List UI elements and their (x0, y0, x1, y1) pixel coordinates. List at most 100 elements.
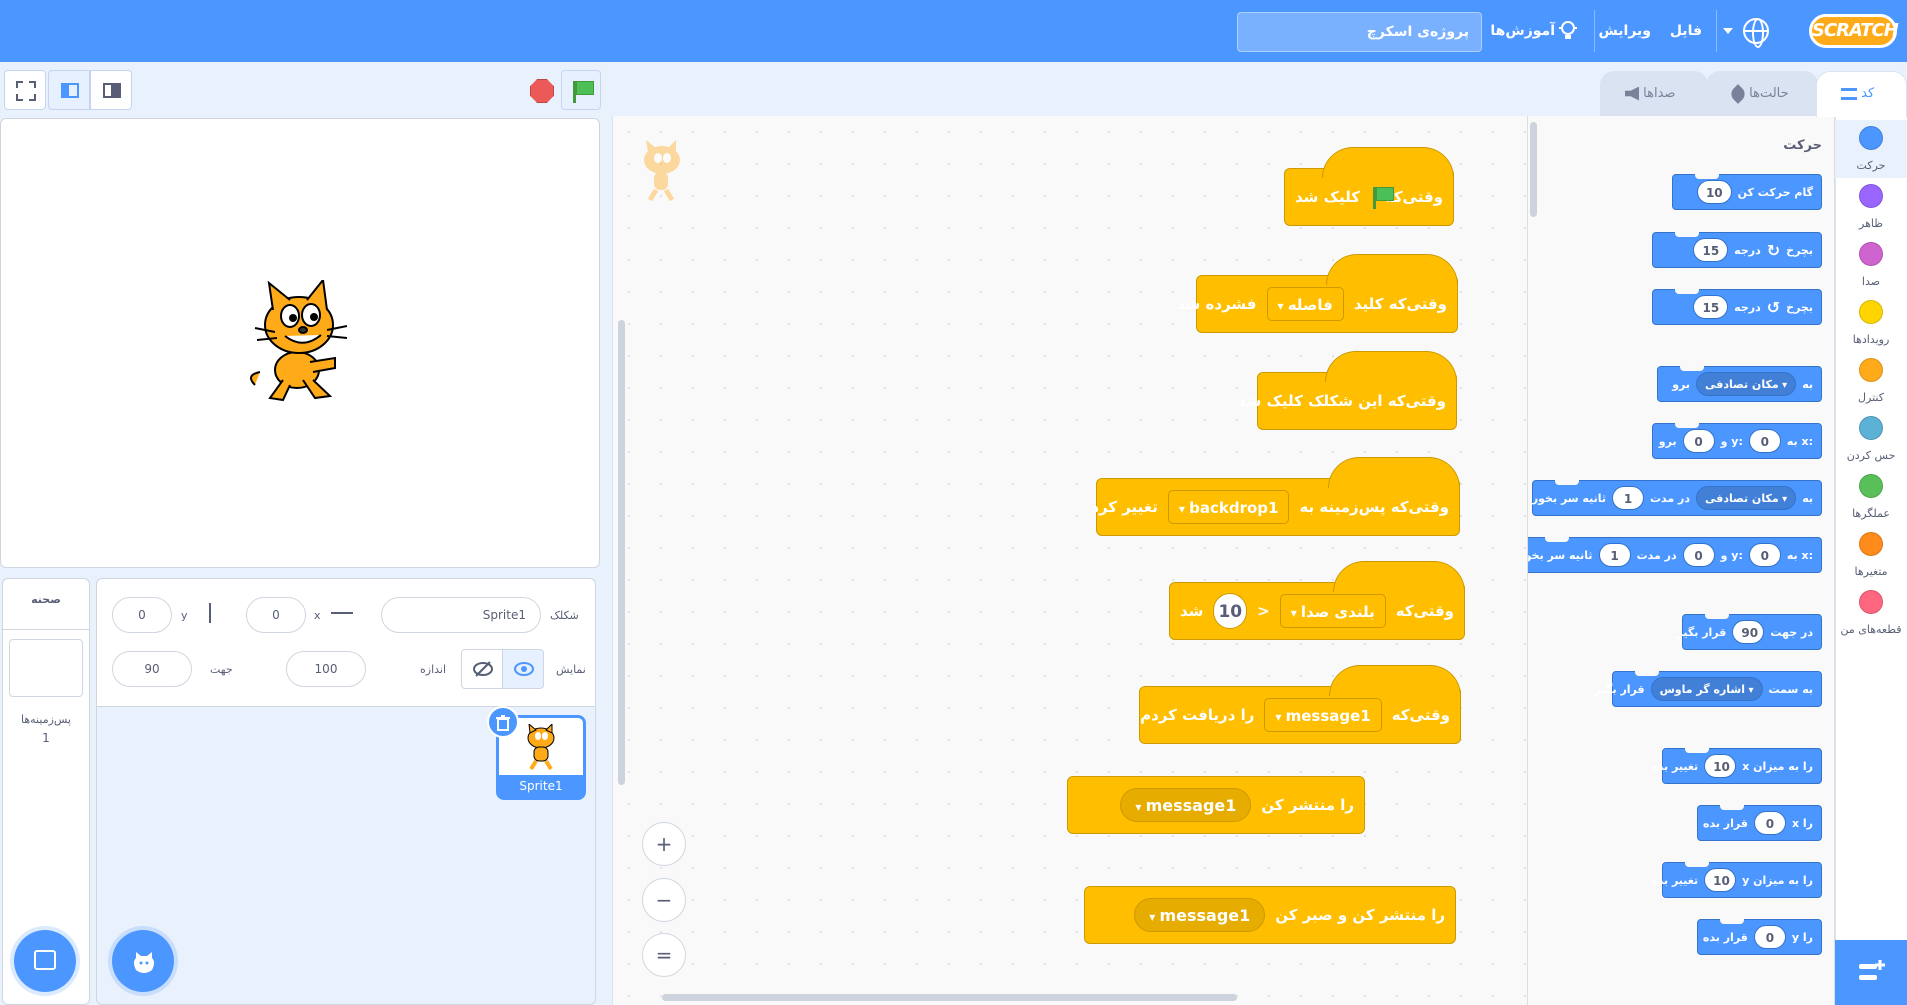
menu-divider (1716, 10, 1717, 52)
my-blocks-color-dot (1859, 590, 1883, 614)
file-menu[interactable]: فایل (1670, 18, 1702, 44)
broadcast-and-wait-block[interactable]: را منتشر کن و صبر کن message1 (1084, 886, 1456, 944)
category-label: عملگرها (1852, 507, 1890, 520)
steps-input[interactable]: 10 (1696, 180, 1732, 204)
when-key-pressed-block[interactable]: وقتی‌که کلید فاصله فشرده شد (1177, 254, 1458, 333)
threshold-input[interactable]: 10 (1213, 593, 1248, 629)
degrees-input[interactable]: 15 (1693, 295, 1729, 319)
when-i-receive-block[interactable]: وقتی‌که message1 را دریافت کردم (1139, 665, 1461, 744)
scratch-logo[interactable]: SCRATCH (1809, 14, 1899, 48)
backdrop-dropdown[interactable]: backdrop1 (1167, 490, 1290, 524)
add-extension-button[interactable] (1835, 940, 1907, 1005)
y-input[interactable]: 0 (1682, 543, 1715, 567)
block-palette: حرکت گام حرکت کن 10 بچرخ ↻ درجه 15 بچرخ … (1527, 116, 1835, 1005)
delete-sprite-button[interactable] (487, 706, 519, 738)
message-dropdown[interactable]: message1 (1120, 788, 1252, 822)
glide-to-xy-block[interactable]: به x: 0 و y: 0 در مدت 1 ثانیه سر بخور (1528, 537, 1822, 573)
category-sound[interactable]: صدا (1835, 236, 1907, 294)
block-text: وقتی‌که این شکلک کلیک شد (1237, 392, 1446, 410)
y-input[interactable]: 0 (112, 597, 172, 633)
seconds-input[interactable]: 1 (1598, 543, 1631, 567)
category-variables[interactable]: متغیرها (1835, 526, 1907, 584)
go-to-xy-block[interactable]: به x: 0 و y: 0 برو (1652, 423, 1822, 459)
category-looks[interactable]: ظاهر (1835, 178, 1907, 236)
project-title-input[interactable]: پروژه‌ی اسکرچ (1237, 12, 1482, 52)
category-operators[interactable]: عملگرها (1835, 468, 1907, 526)
cat-sprite-icon[interactable] (235, 280, 365, 410)
glide-to-block[interactable]: به مکان تصادفی در مدت 1 ثانیه سر بخور (1532, 480, 1822, 516)
set-y-block[interactable]: y را 0 قرار بده (1697, 919, 1822, 955)
seconds-input[interactable]: 1 (1612, 486, 1644, 510)
when-greater-than-block[interactable]: وقتی‌که بلندی صدا > 10 شد (1169, 561, 1465, 640)
message-dropdown[interactable]: message1 (1134, 898, 1266, 932)
zoom-in-button[interactable]: + (642, 822, 686, 866)
x-input[interactable]: 0 (246, 597, 306, 633)
zoom-reset-button[interactable]: = (642, 933, 686, 977)
green-flag-button[interactable] (561, 70, 601, 110)
tab-sounds[interactable]: صداها (1600, 71, 1708, 117)
change-y-block[interactable]: y را به میزان 10 تغییر بده (1651, 862, 1822, 898)
show-label: نمایش (556, 663, 586, 676)
when-sprite-clicked-block[interactable]: وقتی‌که این شکلک کلیک شد (1238, 351, 1457, 430)
globe-icon[interactable] (1743, 18, 1769, 48)
sprite-name-input[interactable]: Sprite1 (381, 597, 541, 633)
point-towards-block[interactable]: به سمت اشاره گر ماوس قرار بگیر (1595, 671, 1822, 707)
tab-costumes[interactable]: حالت‌ها (1706, 71, 1818, 117)
target-dropdown[interactable]: اشاره گر ماوس (1650, 677, 1763, 701)
fullscreen-button[interactable] (4, 70, 46, 110)
direction-input[interactable]: 90 (112, 651, 192, 687)
show-visible-button[interactable] (502, 649, 544, 689)
value-input[interactable]: 0 (1753, 811, 1786, 835)
point-in-direction-block[interactable]: در جهت 90 قرار بگیر (1677, 614, 1822, 650)
chevron-down-icon[interactable] (1723, 28, 1733, 34)
show-hidden-button[interactable] (461, 649, 503, 689)
backdrop-thumbnail[interactable] (9, 639, 83, 697)
direction-input[interactable]: 90 (1732, 620, 1765, 644)
normal-stage-button[interactable] (48, 70, 90, 110)
block-text: x را (1791, 816, 1813, 830)
lightbulb-icon[interactable] (1559, 20, 1577, 42)
target-dropdown[interactable]: مکان تصادفی (1696, 372, 1797, 396)
workspace-vertical-scrollbar[interactable] (618, 320, 625, 785)
category-motion[interactable]: حرکت (1835, 120, 1907, 178)
stop-button[interactable] (530, 79, 554, 103)
palette-scrollbar[interactable] (1530, 122, 1537, 217)
block-text: شد (1180, 602, 1204, 620)
block-text: ثانیه سر بخور (1528, 548, 1593, 562)
turn-left-block[interactable]: بچرخ ↺ درجه 15 (1652, 289, 1822, 325)
broadcast-block[interactable]: را منتشر کن message1 (1067, 776, 1365, 834)
message-dropdown[interactable]: message1 (1264, 698, 1382, 732)
block-text: برو (1658, 434, 1677, 448)
sensor-dropdown[interactable]: بلندی صدا (1279, 594, 1386, 628)
x-input[interactable]: 0 (1748, 429, 1781, 453)
choose-backdrop-button[interactable] (14, 930, 76, 992)
tab-code[interactable]: کد (1816, 71, 1907, 117)
choose-sprite-button[interactable] (112, 930, 174, 992)
when-flag-clicked-block[interactable]: وقتی‌که کلیک شد (1284, 147, 1454, 226)
degrees-input[interactable]: 15 (1693, 238, 1729, 262)
change-x-block[interactable]: x را به میزان 10 تغییر بده (1651, 748, 1822, 784)
size-input[interactable]: 100 (286, 651, 366, 687)
target-dropdown[interactable]: مکان تصادفی (1696, 486, 1797, 510)
workspace-horizontal-scrollbar[interactable] (662, 994, 1237, 1001)
zoom-out-button[interactable]: − (642, 878, 686, 922)
block-text: درجه (1734, 243, 1761, 257)
edit-menu[interactable]: ویرایش (1598, 18, 1651, 44)
value-input[interactable]: 10 (1704, 754, 1737, 778)
go-to-block[interactable]: به مکان تصادفی برو (1657, 366, 1822, 402)
move-steps-block[interactable]: گام حرکت کن 10 (1672, 174, 1822, 210)
category-control[interactable]: کنترل (1835, 352, 1907, 410)
category-my-blocks[interactable]: قطعه‌های من (1835, 584, 1907, 642)
set-x-block[interactable]: x را 0 قرار بده (1697, 805, 1822, 841)
tutorials-menu[interactable]: آموزش‌ها (1490, 18, 1555, 44)
turn-right-block[interactable]: بچرخ ↻ درجه 15 (1652, 232, 1822, 268)
x-input[interactable]: 0 (1748, 543, 1781, 567)
small-stage-button[interactable] (90, 70, 132, 110)
value-input[interactable]: 0 (1753, 925, 1786, 949)
when-backdrop-switches-block[interactable]: وقتی‌که پس‌زمینه به backdrop1 تغییر کرد (1091, 457, 1460, 536)
key-dropdown[interactable]: فاصله (1266, 287, 1344, 321)
y-input[interactable]: 0 (1682, 429, 1715, 453)
category-events[interactable]: رویدادها (1835, 294, 1907, 352)
value-input[interactable]: 10 (1704, 868, 1737, 892)
category-sensing[interactable]: حس کردن (1835, 410, 1907, 468)
